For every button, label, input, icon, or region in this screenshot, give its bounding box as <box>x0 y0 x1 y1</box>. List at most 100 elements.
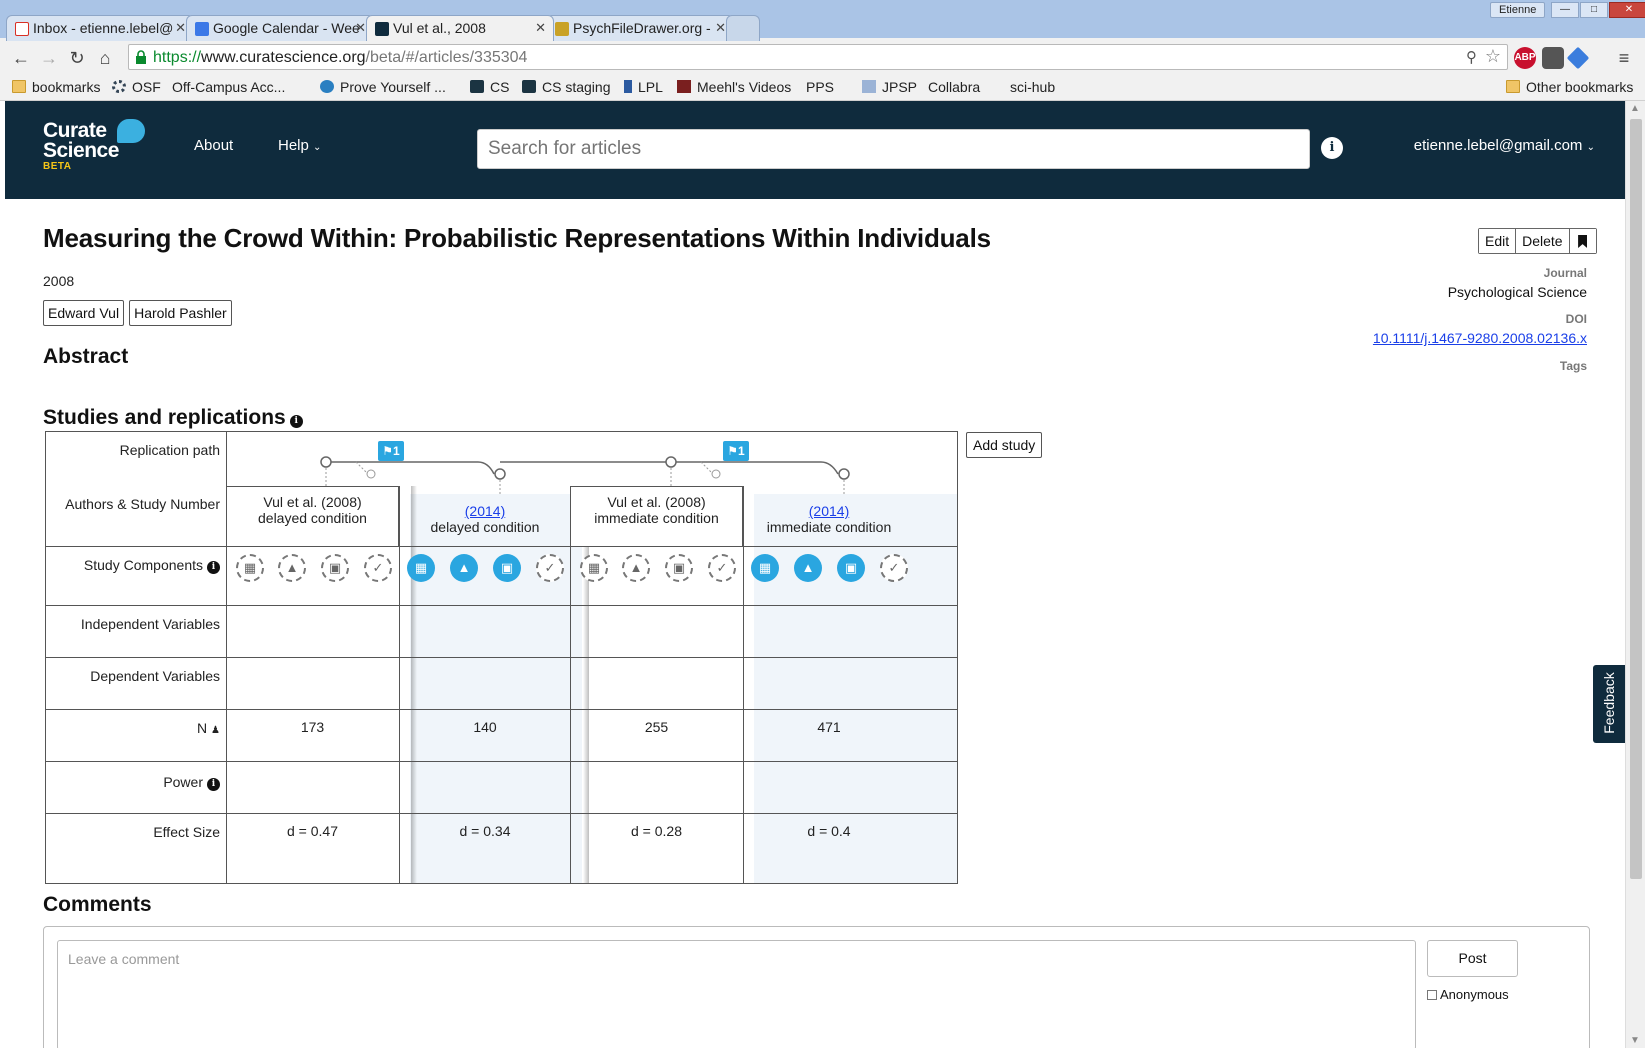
zoom-icon[interactable]: ⚲ <box>1466 48 1477 66</box>
menu-icon[interactable]: ≡ <box>1613 47 1635 69</box>
bookmark-item[interactable]: CS <box>470 79 509 95</box>
close-tab-icon[interactable]: ✕ <box>355 20 366 36</box>
scroll-down-icon[interactable]: ▼ <box>1630 1035 1640 1046</box>
bookmark-item[interactable]: Prove Yourself ... <box>320 79 446 95</box>
tab-calendar[interactable]: Google Calendar - Wee ✕ <box>186 15 374 41</box>
badge-icon[interactable]: ✓ <box>364 554 392 582</box>
reload-icon[interactable]: ↻ <box>66 47 88 69</box>
edit-button[interactable]: Edit <box>1479 229 1517 253</box>
effect-size: d = 0.34 <box>459 823 511 839</box>
info-icon[interactable]: i <box>1321 137 1343 159</box>
search-input[interactable] <box>477 129 1310 169</box>
page-scrollbar[interactable]: ▲ ▼ <box>1625 101 1645 1048</box>
feedback-tab[interactable]: Feedback <box>1593 665 1625 743</box>
replication-link[interactable]: (2014) <box>399 503 571 519</box>
anonymous-checkbox[interactable]: Anonymous <box>1427 987 1509 1002</box>
bookmark-button[interactable] <box>1569 229 1596 253</box>
scrollbar-thumb[interactable] <box>1630 119 1642 879</box>
profile-button[interactable]: Etienne <box>1490 2 1546 18</box>
other-bookmarks[interactable]: Other bookmarks <box>1506 79 1633 95</box>
author-chip[interactable]: Edward Vul <box>43 300 125 326</box>
nav-help[interactable]: Help ⌄ <box>278 137 321 154</box>
forward-arrow-icon[interactable]: → <box>38 47 60 69</box>
scroll-up-icon[interactable]: ▲ <box>1630 103 1640 114</box>
bookmark-item[interactable]: bookmarks <box>12 79 100 95</box>
study-condition: immediate condition <box>594 510 719 526</box>
curate-science-logo[interactable]: Curate Science BETA <box>43 120 119 173</box>
add-study-button[interactable]: Add study <box>966 432 1043 458</box>
info-icon[interactable]: i <box>289 415 303 428</box>
curate-science-icon <box>522 80 536 93</box>
close-window-button[interactable]: ✕ <box>1609 2 1645 18</box>
data-icon[interactable]: ▦ <box>580 554 608 582</box>
bookmark-item[interactable]: Meehl's Videos <box>677 79 791 95</box>
badge-icon[interactable]: ✓ <box>536 554 564 582</box>
page-content: Curate Science BETA About Help ⌄ i etien… <box>5 101 1625 1048</box>
tab-title: PsychFileDrawer.org - <box>573 20 711 36</box>
materials-flask-icon[interactable]: ▲ <box>278 554 306 582</box>
author-chip[interactable]: Harold Pashler <box>129 300 232 326</box>
info-icon[interactable]: i <box>207 561 220 574</box>
data-icon[interactable]: ▦ <box>236 554 264 582</box>
study-author: Vul et al. (2008) <box>607 494 706 510</box>
preregistration-lock-icon[interactable]: ▣ <box>321 554 349 582</box>
replication-path-badge[interactable]: ⚑1 <box>723 441 749 461</box>
bookmark-item[interactable]: PPS <box>806 79 834 193</box>
study-header-cell: Vul et al. (2008) immediate condition <box>570 494 743 526</box>
badge-icon[interactable]: ✓ <box>880 554 908 582</box>
bookmark-item[interactable]: sci-hub <box>1010 79 1055 193</box>
close-tab-icon[interactable]: ✕ <box>175 20 186 36</box>
info-icon[interactable]: i <box>207 778 220 791</box>
flag-icon: ⚑ <box>727 444 739 458</box>
journal-value: Psychological Science <box>1447 284 1587 300</box>
home-icon[interactable]: ⌂ <box>94 47 116 69</box>
tab-psychfiledrawer[interactable]: PsychFileDrawer.org - ✕ <box>546 15 734 41</box>
bookmark-item[interactable]: OSF <box>112 79 161 95</box>
adblock-icon[interactable]: ABP <box>1514 47 1536 69</box>
video-icon <box>677 80 691 93</box>
close-tab-icon[interactable]: ✕ <box>535 20 546 36</box>
jpsp-icon <box>862 80 876 93</box>
address-bar[interactable]: https://www.curatescience.org/beta/#/art… <box>128 44 1508 70</box>
bookmark-star-icon[interactable]: ☆ <box>1485 46 1501 67</box>
replication-path-badge[interactable]: ⚑1 <box>378 441 404 461</box>
row-independent-variables: Independent Variables <box>46 605 957 657</box>
replication-link[interactable]: (2014) <box>743 503 915 519</box>
row-power: Power i <box>46 761 957 813</box>
nav-about[interactable]: About <box>194 137 233 154</box>
preregistration-lock-icon[interactable]: ▣ <box>665 554 693 582</box>
materials-flask-icon[interactable]: ▲ <box>450 554 478 582</box>
materials-flask-icon[interactable]: ▲ <box>794 554 822 582</box>
tab-inbox[interactable]: Inbox - etienne.lebel@ ✕ <box>6 15 194 41</box>
data-icon[interactable]: ▦ <box>751 554 779 582</box>
doi-link[interactable]: 10.1111/j.1467-9280.2008.02136.x <box>1373 330 1587 346</box>
delete-button[interactable]: Delete <box>1516 229 1570 253</box>
new-tab-button[interactable] <box>726 15 760 41</box>
comment-input[interactable]: Leave a comment <box>57 940 1416 1048</box>
bookmark-item[interactable]: LPL <box>624 79 663 95</box>
materials-flask-icon[interactable]: ▲ <box>622 554 650 582</box>
post-button[interactable]: Post <box>1427 940 1518 977</box>
minimize-button[interactable]: — <box>1551 2 1579 18</box>
studies-heading: Studies and replications i <box>43 406 303 430</box>
study-condition: delayed condition <box>258 510 367 526</box>
row-n: N ♟ <box>46 709 957 761</box>
pocket-icon[interactable] <box>1542 47 1564 69</box>
preregistration-lock-icon[interactable]: ▣ <box>493 554 521 582</box>
maximize-button[interactable]: □ <box>1580 2 1608 18</box>
tab-vul-2008[interactable]: Vul et al., 2008 ✕ <box>366 15 554 41</box>
badge-icon[interactable]: ✓ <box>708 554 736 582</box>
comments-heading: Comments <box>43 893 152 916</box>
close-tab-icon[interactable]: ✕ <box>715 20 726 36</box>
data-icon[interactable]: ▦ <box>407 554 435 582</box>
bookmark-item[interactable]: JPSP <box>862 79 917 95</box>
back-arrow-icon[interactable]: ← <box>10 47 32 69</box>
bookmark-item[interactable]: CS staging <box>522 79 610 95</box>
extension-icon[interactable] <box>1566 46 1590 70</box>
bookmark-item[interactable]: Collabra <box>928 79 980 193</box>
checkbox-icon[interactable] <box>1427 990 1437 1000</box>
bookmark-item[interactable]: Off-Campus Acc... <box>172 79 285 193</box>
preregistration-lock-icon[interactable]: ▣ <box>837 554 865 582</box>
abstract-heading: Abstract <box>43 345 129 368</box>
user-menu[interactable]: etienne.lebel@gmail.com ⌄ <box>1414 137 1595 154</box>
